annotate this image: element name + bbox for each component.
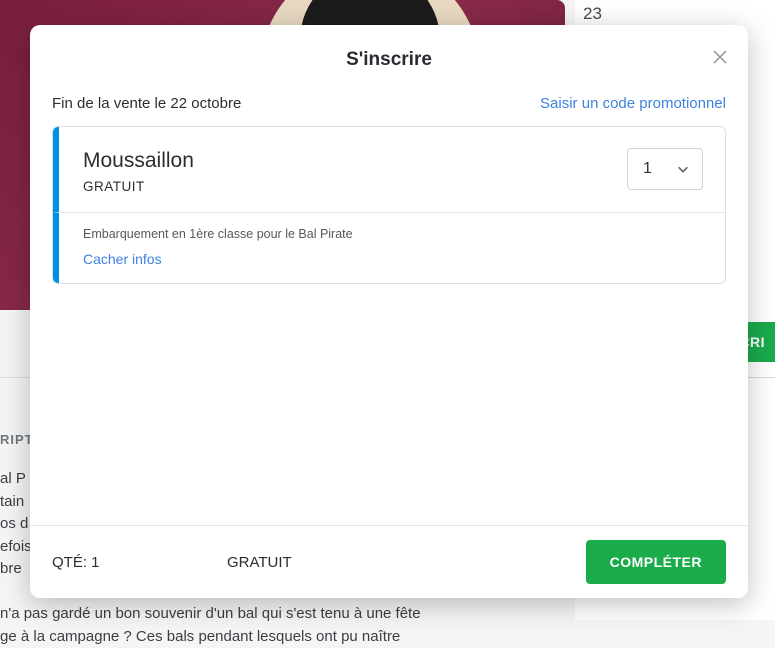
close-icon[interactable]	[712, 49, 728, 65]
ticket-price: GRATUIT	[83, 179, 607, 194]
ticket-name: Moussaillon	[83, 149, 607, 173]
section-label: RIPT	[0, 432, 34, 447]
quantity-value: 1	[643, 160, 652, 178]
modal-title: S'inscrire	[46, 49, 732, 71]
quantity-wrap: 1	[627, 127, 725, 212]
complete-button[interactable]: COMPLÉTER	[586, 540, 726, 584]
footer-qty: QTÉ: 1	[52, 554, 227, 571]
modal-spacer	[30, 284, 748, 525]
modal-subheader: Fin de la vente le 22 octobre Saisir un …	[30, 89, 748, 126]
ticket-info: Moussaillon GRATUIT	[59, 127, 627, 212]
hide-info-link[interactable]: Cacher infos	[83, 251, 705, 267]
ticket-card: Moussaillon GRATUIT 1 Embarquement en 1è…	[52, 126, 726, 284]
footer-price: GRATUIT	[227, 554, 586, 571]
modal-footer: QTÉ: 1 GRATUIT COMPLÉTER	[30, 525, 748, 598]
modal-header: S'inscrire	[30, 25, 748, 89]
ticket-main-row: Moussaillon GRATUIT 1	[53, 127, 725, 212]
chevron-down-icon	[676, 162, 690, 176]
register-modal: S'inscrire Fin de la vente le 22 octobre…	[30, 25, 748, 598]
quantity-select[interactable]: 1	[627, 148, 703, 190]
event-date: 23	[583, 4, 767, 24]
sale-end-text: Fin de la vente le 22 octobre	[52, 95, 241, 112]
promo-code-link[interactable]: Saisir un code promotionnel	[540, 95, 726, 112]
ticket-details: Embarquement en 1ère classe pour le Bal …	[53, 212, 725, 283]
ticket-description: Embarquement en 1ère classe pour le Bal …	[83, 227, 705, 241]
